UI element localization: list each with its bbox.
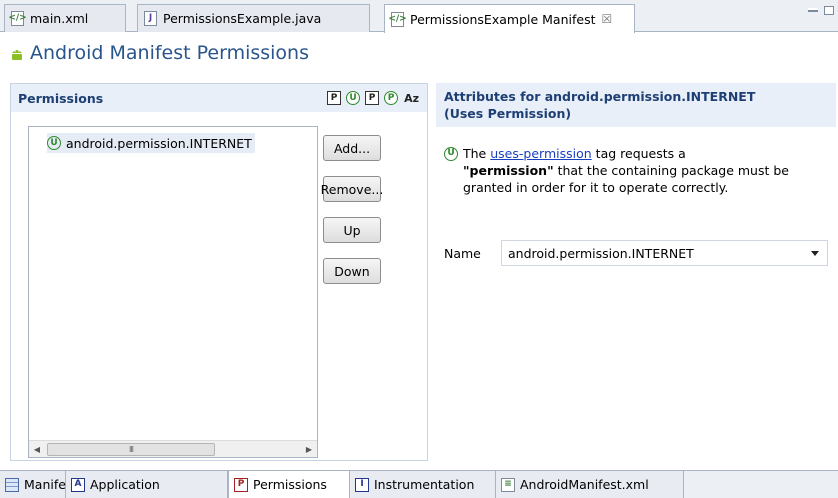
- minimize-icon[interactable]: [808, 8, 818, 12]
- scroll-thumb[interactable]: III: [47, 442, 215, 456]
- permissions-icon: P: [234, 477, 248, 492]
- page-tab-instrumentation[interactable]: I Instrumentation: [350, 471, 496, 498]
- editor-tab-manifest[interactable]: </> PermissionsExample Manifest ☒: [384, 4, 635, 33]
- page-header: Android Manifest Permissions: [0, 33, 838, 77]
- editor-page-tabs: Manifest A Application P Permissions I I…: [0, 470, 838, 498]
- editor-tab-bar: </> main.xml J PermissionsExample.java <…: [0, 0, 838, 33]
- attributes-section: Attributes for android.permission.INTERN…: [436, 83, 836, 461]
- add-uses-permission-icon[interactable]: U: [346, 91, 361, 105]
- xml-file-icon: </>: [388, 11, 407, 27]
- add-permission-group-icon[interactable]: P: [384, 91, 399, 105]
- tree-item-label: android.permission.INTERNET: [66, 135, 252, 151]
- up-button[interactable]: Up: [323, 217, 381, 243]
- section-title: Permissions: [18, 90, 104, 106]
- page-title: Android Manifest Permissions: [30, 42, 309, 64]
- attributes-section-header: Attributes for android.permission.INTERN…: [436, 83, 836, 127]
- description-text: The: [463, 146, 487, 161]
- name-field-row: Name android.permission.INTERNET: [444, 240, 828, 266]
- permissions-tree[interactable]: U android.permission.INTERNET ◀ III ▶: [28, 126, 318, 458]
- window-controls: [808, 6, 834, 15]
- scroll-left-icon[interactable]: ◀: [29, 445, 45, 454]
- page-tab-androidmanifest-xml[interactable]: ≡ AndroidManifest.xml: [496, 471, 684, 498]
- close-icon[interactable]: ☒: [601, 12, 612, 26]
- editor-tab-label: PermissionsExample.java: [163, 11, 322, 26]
- horizontal-scrollbar[interactable]: ◀ III ▶: [29, 440, 317, 457]
- editor-tab-main-xml[interactable]: </> main.xml: [4, 4, 126, 32]
- manifest-icon: [5, 477, 19, 492]
- description-text: tag requests a: [595, 146, 686, 161]
- permissions-toolbar: P U P P Az: [327, 91, 419, 105]
- description-bold-text: "permission": [463, 163, 554, 178]
- java-file-icon: J: [144, 11, 157, 26]
- add-permission-icon[interactable]: P: [327, 91, 342, 105]
- name-combo-value: android.permission.INTERNET: [508, 245, 694, 261]
- page-tab-label: Permissions: [253, 477, 327, 492]
- down-button[interactable]: Down: [323, 258, 381, 284]
- application-icon: A: [71, 477, 85, 492]
- page-tab-label: Instrumentation: [374, 477, 475, 492]
- android-icon: [12, 50, 22, 60]
- permissions-section-header: Permissions P U P P Az: [11, 84, 427, 112]
- attribute-description: U The uses-permission tag requests a "pe…: [444, 145, 824, 196]
- attributes-subtitle: (Uses Permission): [444, 106, 572, 121]
- tree-item-internet-permission[interactable]: U android.permission.INTERNET: [47, 133, 255, 153]
- editor-tab-permissions-java[interactable]: J PermissionsExample.java: [137, 4, 370, 32]
- page-tab-permissions[interactable]: P Permissions: [228, 471, 350, 498]
- remove-button[interactable]: Remove...: [321, 176, 383, 202]
- add-button[interactable]: Add...: [323, 135, 381, 161]
- xml-file-icon: </>: [8, 11, 27, 26]
- uses-permission-icon: U: [47, 136, 61, 150]
- page-tab-label: AndroidManifest.xml: [520, 477, 649, 492]
- page-tab-application[interactable]: A Application: [66, 471, 228, 498]
- page-tab-label: Application: [90, 477, 160, 492]
- name-combo[interactable]: android.permission.INTERNET: [501, 240, 828, 266]
- xml-file-icon: ≡: [501, 477, 515, 492]
- editor-tab-label: PermissionsExample Manifest: [410, 11, 596, 27]
- instrumentation-icon: I: [355, 477, 369, 492]
- name-label: Name: [444, 245, 481, 261]
- add-permission-tree-icon[interactable]: P: [365, 91, 380, 105]
- scroll-right-icon[interactable]: ▶: [301, 445, 317, 454]
- maximize-icon[interactable]: [824, 6, 834, 15]
- permissions-section: Permissions P U P P Az U android.permiss…: [10, 83, 428, 461]
- uses-permission-link[interactable]: uses-permission: [490, 145, 591, 162]
- editor-tab-label: main.xml: [30, 11, 89, 26]
- chevron-down-icon[interactable]: [811, 251, 819, 256]
- sort-alphabetically-icon[interactable]: Az: [404, 92, 419, 105]
- attributes-title: Attributes for android.permission.INTERN…: [444, 89, 756, 104]
- uses-permission-icon: U: [444, 146, 458, 161]
- page-tab-manifest[interactable]: Manifest: [0, 471, 77, 498]
